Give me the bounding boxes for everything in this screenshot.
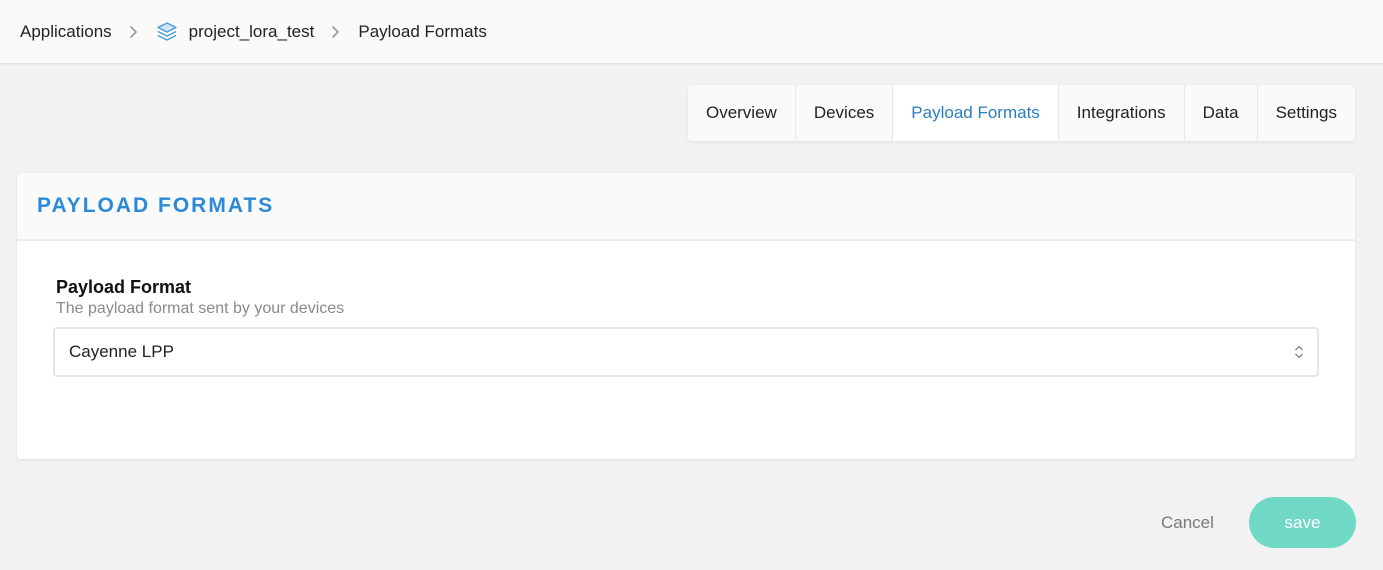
breadcrumb-applications-link[interactable]: Applications [20,22,112,42]
payload-format-selected-value: Cayenne LPP [69,342,174,361]
breadcrumb-application-link[interactable]: project_lora_test [156,21,315,43]
payload-formats-card: PAYLOAD FORMATS Payload Format The paylo… [17,173,1355,459]
application-tabs: Overview Devices Payload Formats Integra… [687,85,1355,141]
cancel-button[interactable]: Cancel [1161,513,1214,533]
tab-payload-formats[interactable]: Payload Formats [892,85,1058,141]
tab-integrations[interactable]: Integrations [1057,85,1184,141]
card-header: PAYLOAD FORMATS [17,173,1355,241]
tab-settings[interactable]: Settings [1256,85,1355,141]
save-button[interactable]: save [1249,497,1356,548]
breadcrumb-application-label: project_lora_test [188,21,315,41]
tab-devices[interactable]: Devices [794,85,892,141]
card-title: PAYLOAD FORMATS [37,194,275,217]
layers-icon [156,21,178,43]
tab-overview[interactable]: Overview [688,85,795,141]
chevron-right-icon [129,25,138,39]
card-body: Payload Format The payload format sent b… [17,241,1355,377]
payload-format-select[interactable]: Cayenne LPP [53,327,1319,377]
payload-format-label: Payload Format [56,277,192,297]
breadcrumb: Applications project_lora_test Payload F… [0,0,1383,64]
payload-format-help: The payload format sent by your devices [56,300,345,317]
breadcrumb-current: Payload Formats [358,21,487,41]
tab-data[interactable]: Data [1183,85,1257,141]
updown-chevron-icon [1293,343,1305,361]
chevron-right-icon [331,25,340,39]
